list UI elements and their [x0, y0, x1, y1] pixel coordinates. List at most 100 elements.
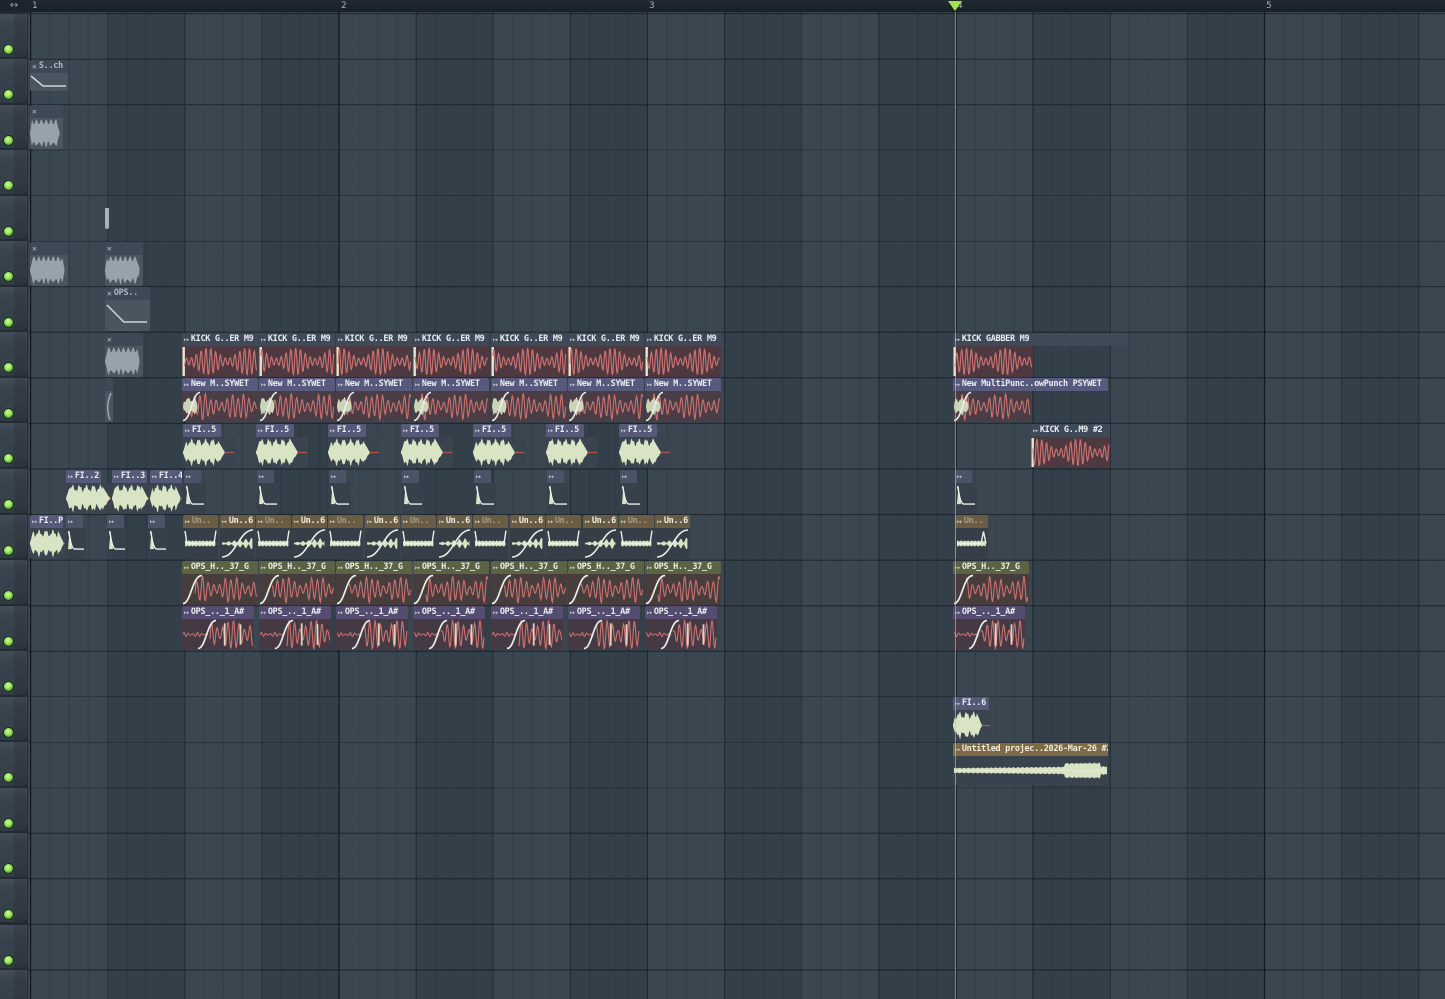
track-mute-led[interactable] [4, 272, 13, 281]
clip-pattern[interactable]: ↦ [620, 470, 642, 514]
track-header[interactable] [0, 105, 27, 149]
clip-pattern[interactable]: ↦ [107, 515, 127, 559]
track-mute-led[interactable] [4, 637, 13, 646]
track-header[interactable] [0, 970, 27, 999]
clip-header[interactable]: ↦FI..2 [66, 470, 101, 483]
clip-header[interactable]: ↦New M..SYWET [336, 378, 412, 391]
clip-ops-h-37-g[interactable]: ↦OPS_H.._37_G [491, 561, 567, 605]
clip-header[interactable]: ↦Un..6 [437, 515, 472, 528]
playlist-grid[interactable]: ✕S..ch✕✕✕✕OPS..✕↦KICK G..ER M9↦KICK G..E… [28, 12, 1445, 999]
clip-header[interactable]: ↦ [107, 515, 124, 528]
clip-header[interactable]: ↦KICK G..ER M9 [491, 333, 567, 346]
clip-fi-5[interactable]: ↦FI..5 [546, 424, 598, 468]
clip-ops-1-a[interactable]: ↦OPS_.._1_A# [645, 606, 717, 650]
clip-fi-4[interactable]: ↦FI..4 [150, 470, 183, 514]
track-mute-led[interactable] [4, 363, 13, 372]
clip-un-6[interactable]: ↦Un..6 [292, 515, 327, 559]
clip-header[interactable]: ↦ [547, 470, 564, 483]
clip-header[interactable]: ↦OPS_.._1_A# [182, 606, 254, 619]
clip-pattern[interactable]: ↦ [329, 470, 351, 514]
clip-header[interactable]: ↦Un.. [546, 515, 581, 528]
clip-header[interactable]: ↦FI..4 [150, 470, 182, 483]
clip-pattern[interactable]: ↦ [402, 470, 424, 514]
clip-header[interactable]: ↦Untitled projec..2026-Mar-26 #2 [953, 743, 1108, 756]
clip-ops-h-37-g[interactable]: ↦OPS_H.._37_G [259, 561, 335, 605]
clip-header[interactable]: ↦Un.. [619, 515, 654, 528]
clip-header[interactable]: ↦OPS_.._1_A# [336, 606, 408, 619]
clip-pattern[interactable]: ✕ [30, 242, 68, 286]
clip-header[interactable]: ↦OPS_H.._37_G [953, 561, 1029, 574]
clip-header[interactable]: ↦ [66, 515, 83, 528]
clip-header[interactable]: ↦Un..6 [292, 515, 327, 528]
clip-fi-3[interactable]: ↦FI..3 [112, 470, 150, 514]
clip-header[interactable] [105, 378, 113, 391]
clip-un[interactable]: ↦Un.. [546, 515, 581, 559]
clip-un[interactable]: ↦Un.. [256, 515, 291, 559]
clip-header[interactable]: ↦OPS_H.._37_G [491, 561, 567, 574]
clip-header[interactable]: ↦OPS_H.._37_G [182, 561, 258, 574]
clip-header[interactable]: ↦OPS_.._1_A# [259, 606, 331, 619]
clip-header[interactable]: ↦ [620, 470, 637, 483]
track-mute-led[interactable] [4, 500, 13, 509]
clip-header[interactable]: ↦ [329, 470, 346, 483]
clip-un[interactable]: ↦Un.. [183, 515, 218, 559]
clip-header[interactable]: ✕ [30, 242, 68, 255]
clip-kick-gabber-m9[interactable]: ↦KICK GABBER M9 [953, 333, 1127, 377]
clip-kick-g-er-m9[interactable]: ↦KICK G..ER M9 [259, 333, 335, 377]
clip-header[interactable]: ↦ [148, 515, 165, 528]
clip-new-m-sywet[interactable]: ↦New M..SYWET [491, 378, 567, 422]
clip-header[interactable]: ↦OPS_.._1_A# [491, 606, 563, 619]
clip-header[interactable]: ↦ [402, 470, 419, 483]
clip-ops-1-a[interactable]: ↦OPS_.._1_A# [953, 606, 1025, 650]
track-mute-led[interactable] [4, 546, 13, 555]
clip-header[interactable]: ↦New MultiPunc..owPunch PSYWET [953, 378, 1108, 391]
track-mute-led[interactable] [4, 409, 13, 418]
clip-header[interactable]: ↦FI..5 [619, 424, 657, 437]
clip-ops-1-a[interactable]: ↦OPS_.._1_A# [259, 606, 331, 650]
clip-header[interactable]: ↦FI..5 [328, 424, 366, 437]
clip-header[interactable]: ↦New M..SYWET [259, 378, 335, 391]
track-header[interactable] [0, 423, 27, 467]
clip-pattern[interactable]: ✕ [30, 105, 63, 149]
clip-header[interactable]: ↦New M..SYWET [182, 378, 258, 391]
track-header[interactable] [0, 378, 27, 422]
clip-new-m-sywet[interactable]: ↦New M..SYWET [645, 378, 721, 422]
clip-header[interactable]: ↦Un..6 [365, 515, 400, 528]
clip-header[interactable]: ✕ [30, 105, 63, 118]
clip-header[interactable]: ↦KICK G..ER M9 [336, 333, 412, 346]
clip-fi-p[interactable]: ↦FI..P [30, 515, 66, 559]
track-mute-led[interactable] [4, 773, 13, 782]
track-mute-led[interactable] [4, 318, 13, 327]
clip-header[interactable]: ↦Un..6 [583, 515, 618, 528]
clip-header[interactable]: ↦KICK G..M9 #2 [1031, 424, 1110, 437]
track-mute-led[interactable] [4, 591, 13, 600]
track-header[interactable] [0, 469, 27, 513]
playhead-marker[interactable] [948, 1, 962, 11]
clip-fi-5[interactable]: ↦FI..5 [328, 424, 380, 468]
clip-header[interactable]: ↦FI..P [30, 515, 63, 528]
track-header[interactable] [0, 515, 27, 559]
clip-header[interactable]: ↦KICK G..ER M9 [413, 333, 489, 346]
track-header[interactable] [0, 697, 27, 741]
clip-new-m-sywet[interactable]: ↦New M..SYWET [336, 378, 412, 422]
clip-un[interactable]: ↦Un.. [473, 515, 508, 559]
clip-header[interactable]: ↦OPS_.._1_A# [413, 606, 485, 619]
clip-header[interactable]: ↦OPS_.._1_A# [953, 606, 1025, 619]
clip-kick-g-er-m9[interactable]: ↦KICK G..ER M9 [336, 333, 412, 377]
track-mute-led[interactable] [4, 910, 13, 919]
clip-header[interactable]: ↦Un.. [473, 515, 508, 528]
track-header[interactable] [0, 332, 27, 376]
track-mute-led[interactable] [4, 728, 13, 737]
clip-un-6[interactable]: ↦Un..6 [583, 515, 618, 559]
clip-un[interactable]: ↦Un.. [401, 515, 436, 559]
clip-un-6[interactable]: ↦Un..6 [365, 515, 400, 559]
clip-pattern[interactable]: ↦ [547, 470, 569, 514]
track-mute-led[interactable] [4, 864, 13, 873]
clip-pattern[interactable] [105, 378, 113, 422]
clip-kick-g-m9-2[interactable]: ↦KICK G..M9 #2 [1031, 424, 1110, 468]
clip-kick-g-er-m9[interactable]: ↦KICK G..ER M9 [491, 333, 567, 377]
clip-new-multipunc-owpunch-psywet[interactable]: ↦New MultiPunc..owPunch PSYWET [953, 378, 1108, 422]
clip-header[interactable]: ↦New M..SYWET [645, 378, 721, 391]
track-mute-led[interactable] [4, 45, 13, 54]
clip-pattern[interactable] [105, 208, 109, 229]
